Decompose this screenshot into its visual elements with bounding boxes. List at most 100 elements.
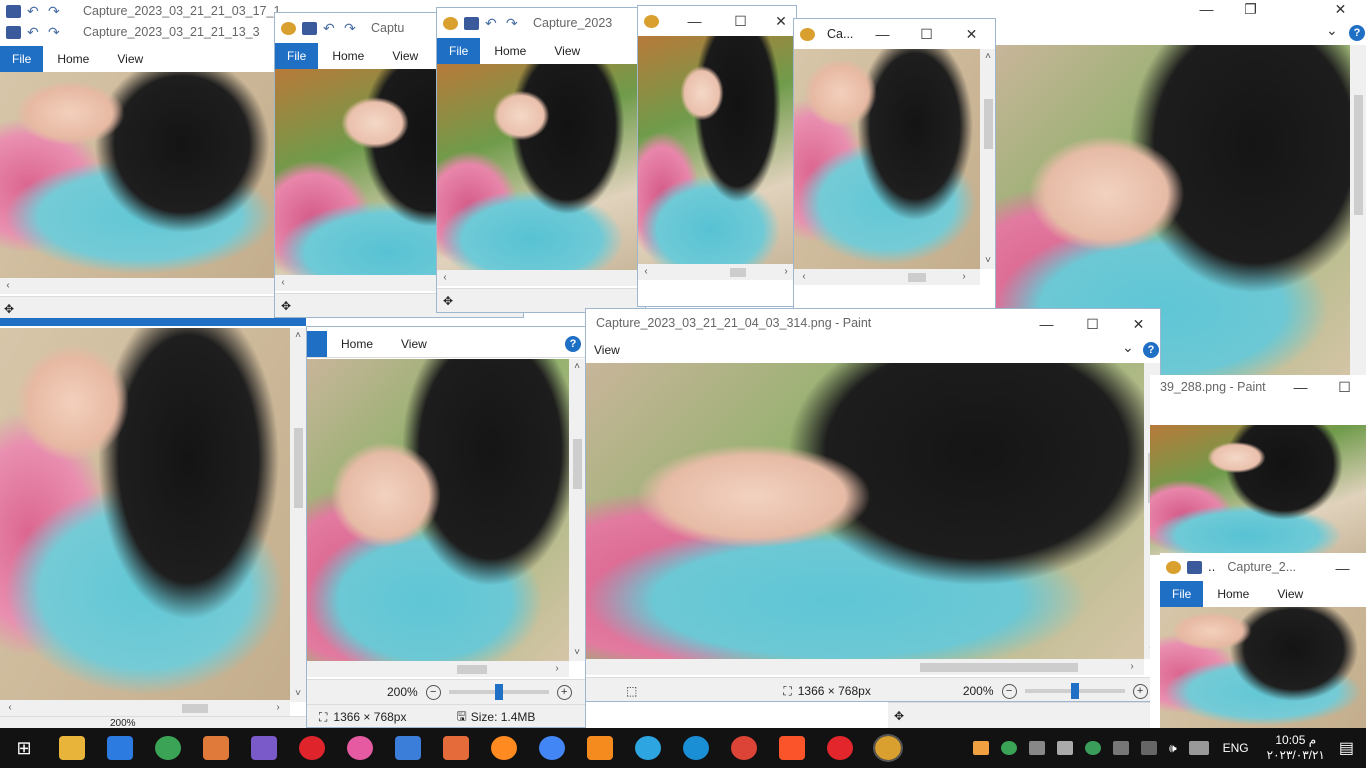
save-icon[interactable] (6, 4, 21, 18)
tab-file[interactable] (307, 331, 327, 357)
battery-icon[interactable] (1113, 741, 1130, 755)
save-icon[interactable] (464, 16, 479, 30)
zoom-slider-knob[interactable] (1070, 683, 1079, 699)
zoom-out-button[interactable]: − (425, 684, 441, 700)
redo-icon[interactable]: ↷ (48, 4, 63, 18)
save-icon[interactable] (1187, 560, 1202, 574)
maximize-button[interactable]: ☐ (904, 19, 949, 49)
horizontal-scrollbar[interactable]: ‹ › (638, 264, 796, 280)
redo-icon[interactable]: ↷ (506, 16, 521, 30)
start-icon[interactable]: ⊞ (11, 736, 37, 760)
tab-view[interactable]: View (586, 337, 634, 363)
redo-icon[interactable]: ↷ (344, 21, 359, 35)
tab-home[interactable]: Home (43, 46, 103, 72)
tab-file[interactable]: File (275, 43, 319, 69)
minimize-button[interactable]: — (1024, 309, 1069, 339)
telegram-icon[interactable] (635, 736, 661, 760)
paint-window-left-bottom[interactable]: ˄ ˅ ‹ › 200% (0, 318, 306, 728)
volume-icon[interactable]: 🕪 (1169, 741, 1177, 756)
tab-view[interactable]: View (387, 331, 441, 357)
tab-view[interactable]: View (1263, 581, 1317, 607)
maximize-button[interactable]: ☐ (718, 6, 763, 36)
paint-window-6[interactable]: Ca... — ☐ ✕ ˄ ˅ ‹ › (793, 18, 996, 312)
chrome-canary-icon[interactable] (539, 736, 565, 760)
scroll-thumb[interactable] (984, 99, 993, 149)
store-icon[interactable] (107, 736, 133, 760)
paint-window-active[interactable]: Capture_2023_03_21_21_04_03_314.png - Pa… (585, 308, 1161, 702)
horizontal-scrollbar[interactable]: ‹ › (0, 700, 290, 716)
zoom-slider[interactable] (1024, 683, 1125, 699)
scroll-thumb[interactable] (730, 268, 746, 277)
maximize-button[interactable]: ☐ (1322, 375, 1366, 402)
clock[interactable]: 10:05 م ٢٠٢٣/٠٣/٢١ (1267, 733, 1325, 763)
canvas[interactable] (586, 363, 1144, 659)
canvas[interactable] (307, 359, 569, 661)
canvas[interactable] (1150, 425, 1366, 555)
security-icon[interactable] (1029, 741, 1046, 755)
horizontal-scrollbar[interactable]: › (586, 659, 1144, 675)
firefox-icon[interactable] (491, 736, 517, 760)
scroll-thumb[interactable] (908, 273, 926, 282)
minimize-button[interactable]: — (1184, 0, 1229, 24)
office-icon[interactable] (443, 736, 469, 760)
minimize-button[interactable]: — (1278, 375, 1323, 402)
tab-home[interactable]: Home (327, 331, 387, 357)
horizontal-scrollbar[interactable]: ‹ (437, 270, 645, 286)
zoom-in-button[interactable]: + (556, 684, 572, 700)
close-button[interactable]: ✕ (949, 19, 994, 49)
ribbon-collapse-icon[interactable]: ⌄ (1326, 22, 1338, 39)
keyboard-icon[interactable] (1188, 741, 1209, 755)
horizontal-scrollbar[interactable]: ‹ (0, 278, 280, 294)
chrome-icon[interactable] (731, 736, 757, 760)
zoom-slider[interactable] (448, 684, 549, 700)
photos-icon[interactable] (347, 736, 373, 760)
canvas[interactable] (638, 36, 796, 264)
ribbon-collapse-icon[interactable]: ⌄ (1122, 339, 1134, 356)
undo-icon[interactable]: ↶ (27, 4, 42, 18)
canvas[interactable] (1160, 607, 1366, 728)
scroll-thumb[interactable] (182, 704, 208, 713)
restore-button[interactable]: ❐ (1228, 0, 1273, 24)
tray-app-icon[interactable] (973, 741, 990, 755)
zoom-in-button[interactable]: + (1132, 683, 1148, 699)
canvas[interactable] (0, 328, 290, 702)
tab-view[interactable]: View (378, 43, 432, 69)
edge-old-icon[interactable] (155, 736, 181, 760)
maximize-button[interactable]: ☐ (1070, 309, 1115, 339)
notification-icon[interactable]: ▤ (1339, 738, 1354, 758)
close-button[interactable]: ✕ (1318, 0, 1363, 24)
vertical-scrollbar[interactable]: ˄ ˅ (569, 359, 585, 661)
scroll-thumb[interactable] (294, 428, 303, 508)
brave-icon[interactable] (779, 736, 805, 760)
save-icon[interactable] (302, 21, 317, 35)
tab-home[interactable]: Home (480, 38, 540, 64)
scroll-thumb[interactable] (457, 665, 487, 674)
tray-app-icon[interactable] (1001, 741, 1018, 755)
tab-home[interactable]: Home (318, 43, 378, 69)
file-explorer-icon[interactable] (59, 736, 85, 760)
scroll-thumb[interactable] (920, 663, 1078, 672)
canvas[interactable] (794, 49, 980, 269)
zoom-out-button[interactable]: − (1001, 683, 1017, 699)
network-icon[interactable] (1057, 741, 1074, 755)
horizontal-scrollbar[interactable]: › (307, 661, 569, 677)
vertical-scrollbar[interactable] (1350, 45, 1366, 375)
minimize-button[interactable]: — (1320, 553, 1365, 583)
minimize-button[interactable]: — (860, 19, 905, 49)
media-icon[interactable] (251, 736, 277, 760)
tab-view[interactable]: View (540, 38, 594, 64)
paint-window-middle-bottom[interactable]: Home View ? ˄ ˅ › 200% − + ⛶ 1366 × 768p… (306, 326, 586, 728)
help-icon[interactable]: ? (1349, 25, 1365, 41)
help-icon[interactable]: ? (565, 336, 581, 352)
tab-file[interactable]: File (1160, 581, 1204, 607)
tab-file[interactable]: File (0, 46, 44, 72)
scroll-thumb[interactable] (573, 439, 582, 489)
edge-icon[interactable] (683, 736, 709, 760)
language-indicator[interactable]: ENG (1223, 741, 1249, 755)
recorder-icon[interactable] (827, 736, 853, 760)
tray-app-icon[interactable] (1085, 741, 1102, 755)
minimize-button[interactable]: — (672, 6, 717, 36)
undo-icon[interactable]: ↶ (27, 25, 42, 39)
vlc-icon[interactable] (587, 736, 613, 760)
help-icon[interactable]: ? (1143, 342, 1159, 358)
